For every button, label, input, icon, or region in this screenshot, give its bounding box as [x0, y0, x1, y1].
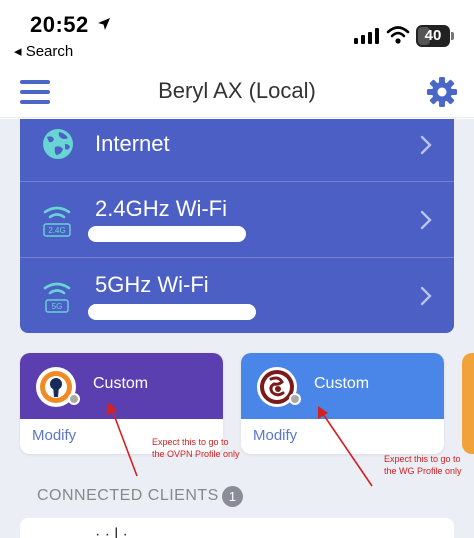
band-badge-2g: 2.4G: [48, 226, 66, 235]
annotation-ovpn: Expect this to go to the OVPN Profile on…: [152, 436, 240, 460]
openvpn-modify-button[interactable]: Modify: [32, 427, 76, 444]
battery-nub: [451, 32, 454, 40]
globe-icon: [43, 129, 73, 159]
gear-icon[interactable]: [426, 76, 458, 108]
clients-count-badge: 1: [222, 486, 243, 507]
connected-clients-heading: CONNECTED CLIENTS: [37, 487, 219, 504]
battery-level: 40: [424, 27, 442, 44]
openvpn-card-header[interactable]: Custom: [20, 353, 223, 419]
wireguard-card[interactable]: Custom Modify: [241, 353, 444, 454]
app-header: Beryl AX (Local): [0, 66, 474, 118]
openvpn-profile-name: Custom: [93, 375, 149, 392]
redaction-mark: [88, 304, 256, 320]
chevron-right-icon: [420, 286, 432, 306]
annotation-wg: Expect this to go to the WG Profile only: [384, 453, 462, 477]
status-dot: [289, 393, 301, 405]
band-badge-5g: 5G: [51, 302, 63, 311]
network-label-internet: Internet: [95, 131, 170, 156]
annotation-line: Expect this to go to: [152, 437, 229, 447]
network-card: Internet 2.4G 2.4GHz Wi-Fi 5G 5GHz Wi-Fi: [20, 119, 454, 333]
wifi-status-icon: [386, 26, 410, 44]
network-row-5g[interactable]: 5G 5GHz Wi-Fi: [20, 257, 454, 333]
network-label-2g: 2.4GHz Wi-Fi: [95, 196, 227, 221]
wireguard-modify-button[interactable]: Modify: [253, 427, 297, 444]
network-row-internet[interactable]: Internet: [20, 119, 454, 181]
network-label-5g: 5GHz Wi-Fi: [95, 272, 209, 297]
redaction-mark: [88, 226, 246, 242]
annotation-line: Expect this to go to: [384, 454, 461, 464]
partial-card[interactable]: [462, 353, 474, 454]
network-row-2g[interactable]: 2.4G 2.4GHz Wi-Fi: [20, 181, 454, 257]
chevron-right-icon: [420, 210, 432, 230]
annotation-line: the WG Profile only: [384, 466, 462, 476]
signal-icon: [354, 28, 379, 44]
status-bar: 20:52 ◂ Search 40: [0, 0, 474, 66]
annotation-line: the OVPN Profile only: [152, 449, 240, 459]
chevron-right-icon: [420, 135, 432, 155]
client-name: · · l ·: [95, 526, 128, 538]
page-title: Beryl AX (Local): [158, 78, 316, 103]
wireguard-card-header[interactable]: Custom: [241, 353, 444, 419]
wireguard-profile-name: Custom: [314, 375, 370, 392]
client-list-item[interactable]: · · l ·: [20, 518, 454, 538]
status-dot: [68, 393, 80, 405]
status-time: 20:52: [30, 12, 89, 37]
battery-icon: 40: [416, 25, 450, 47]
location-arrow-icon: [98, 18, 110, 30]
back-to-search-link[interactable]: ◂ Search: [14, 42, 73, 60]
